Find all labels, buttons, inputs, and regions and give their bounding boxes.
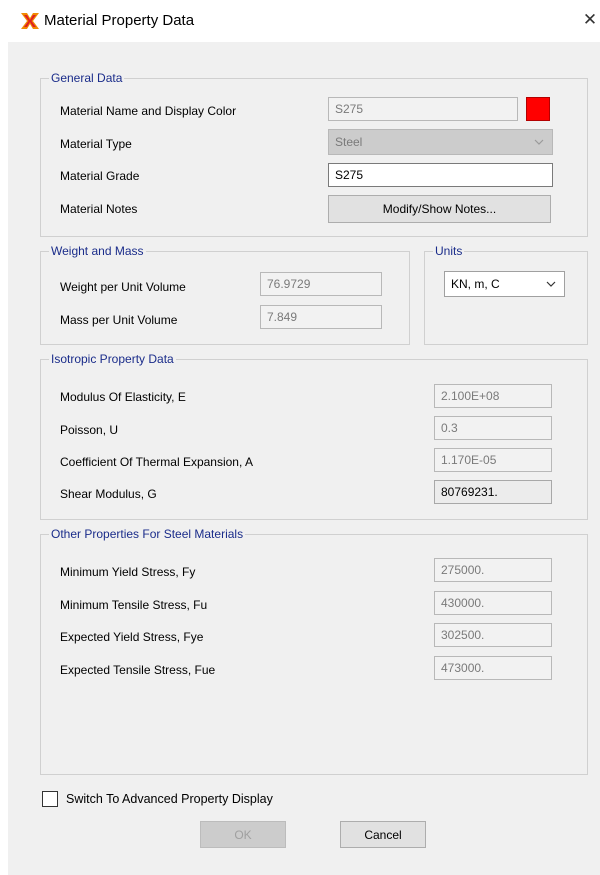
expected-yield-stress-label: Expected Yield Stress, Fye [60,630,204,644]
units-value: KN, m, C [451,277,500,291]
dialog-body: General Data Material Name and Display C… [8,42,600,875]
material-name-label: Material Name and Display Color [60,104,237,118]
mass-per-volume-field: 7.849 [260,305,382,329]
expected-yield-stress-field: 302500. [434,623,552,647]
modify-show-notes-button[interactable]: Modify/Show Notes... [328,195,551,223]
min-tensile-stress-field: 430000. [434,591,552,615]
title-bar: Material Property Data ✕ [0,0,600,42]
expected-tensile-stress-label: Expected Tensile Stress, Fue [60,663,216,677]
window-title: Material Property Data [44,12,195,29]
chevron-down-icon [546,281,556,287]
material-type-select: Steel [328,129,553,155]
material-type-label: Material Type [60,137,132,151]
modulus-elasticity-field: 2.100E+08 [434,384,552,408]
units-legend: Units [435,244,463,258]
weight-per-volume-field: 76.9729 [260,272,382,296]
general-data-legend: General Data [51,71,123,85]
thermal-expansion-label: Coefficient Of Thermal Expansion, A [60,455,253,469]
material-type-value: Steel [335,135,363,149]
display-color-swatch[interactable] [526,97,550,121]
min-tensile-stress-label: Minimum Tensile Stress, Fu [60,598,208,612]
chevron-down-icon [534,139,544,145]
poisson-field: 0.3 [434,416,552,440]
modulus-elasticity-label: Modulus Of Elasticity, E [60,390,186,404]
advanced-display-label: Switch To Advanced Property Display [66,792,273,806]
ok-button[interactable]: OK [200,821,286,848]
material-grade-label: Material Grade [60,169,140,183]
weight-mass-legend: Weight and Mass [51,244,144,258]
isotropic-property-legend: Isotropic Property Data [51,352,174,366]
material-grade-input[interactable]: S275 [328,163,553,187]
advanced-display-checkbox[interactable] [42,791,58,807]
close-icon[interactable]: ✕ [582,11,598,29]
material-notes-label: Material Notes [60,202,138,216]
shear-modulus-field: 80769231. [434,480,552,504]
sap2000-x-icon [21,13,39,29]
expected-tensile-stress-field: 473000. [434,656,552,680]
units-select[interactable]: KN, m, C [444,271,565,297]
min-yield-stress-field: 275000. [434,558,552,582]
min-yield-stress-label: Minimum Yield Stress, Fy [60,565,196,579]
steel-properties-legend: Other Properties For Steel Materials [51,527,244,541]
poisson-label: Poisson, U [60,423,119,437]
thermal-expansion-field: 1.170E-05 [434,448,552,472]
shear-modulus-label: Shear Modulus, G [60,487,157,501]
material-name-field: S275 [328,97,518,121]
mass-per-volume-label: Mass per Unit Volume [60,313,178,327]
cancel-button[interactable]: Cancel [340,821,426,848]
weight-per-volume-label: Weight per Unit Volume [60,280,186,294]
